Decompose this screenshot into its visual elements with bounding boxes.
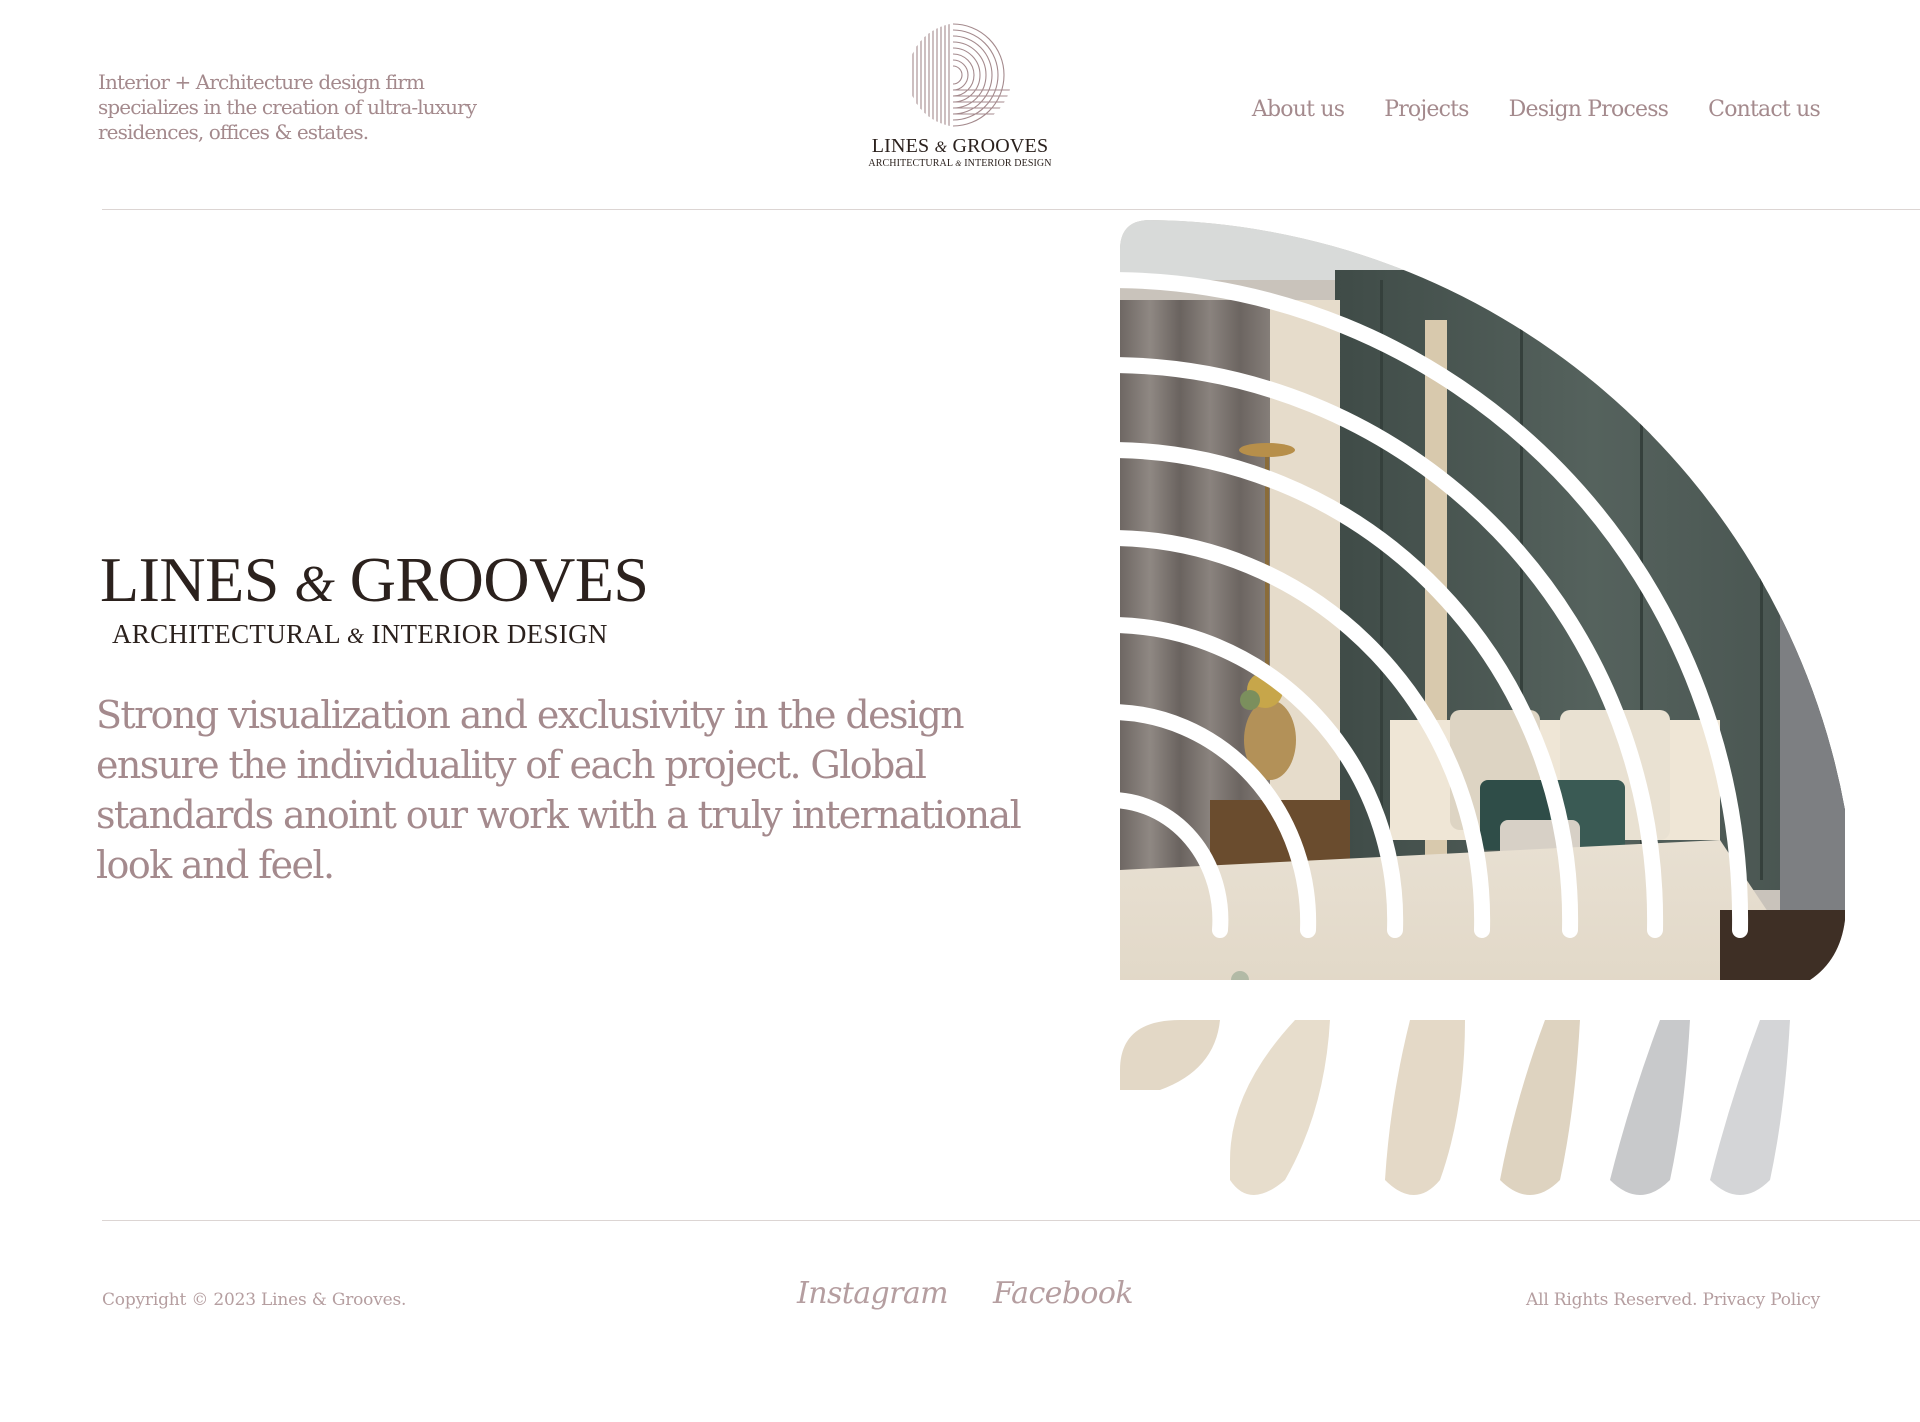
- header-divider: [102, 209, 1920, 210]
- nav-design-process[interactable]: Design Process: [1509, 97, 1669, 122]
- footer-rights: All Rights Reserved. Privacy Policy: [1526, 1290, 1820, 1310]
- facebook-link[interactable]: Facebook: [993, 1276, 1134, 1311]
- hero-name-left: LINES: [100, 544, 279, 615]
- social-links: Instagram Facebook: [797, 1276, 1134, 1311]
- hero-ampersand: &: [294, 556, 335, 613]
- rights-text: All Rights Reserved.: [1526, 1290, 1698, 1310]
- hero-brand-logo: LINES & GROOVES ARCHITECTURAL & INTERIOR…: [100, 548, 660, 651]
- logo-name-left: LINES: [871, 135, 930, 157]
- main-nav: About us Projects Design Process Contact…: [1252, 97, 1821, 122]
- instagram-link[interactable]: Instagram: [797, 1276, 949, 1311]
- bedroom-interior-image: [1120, 220, 1850, 1210]
- hero-sub-left: ARCHITECTURAL: [112, 619, 340, 649]
- hero-brand-title: LINES & GROOVES: [100, 548, 660, 617]
- logo-grooves-icon: [912, 23, 1012, 127]
- logo-ampersand: &: [934, 139, 948, 156]
- logo-subtitle: ARCHITECTURAL & INTERIOR DESIGN: [860, 158, 1060, 170]
- nav-about-us[interactable]: About us: [1252, 97, 1345, 122]
- hero-sub-right: INTERIOR DESIGN: [371, 619, 608, 649]
- header-logo[interactable]: LINES & GROOVES ARCHITECTURAL & INTERIOR…: [860, 22, 1060, 184]
- logo-sub-right: INTERIOR DESIGN: [964, 158, 1052, 169]
- privacy-policy-link[interactable]: Privacy Policy: [1703, 1290, 1821, 1310]
- footer-copyright: Copyright © 2023 Lines & Grooves.: [102, 1290, 407, 1310]
- header-tagline: Interior + Architecture design firm spec…: [98, 70, 477, 144]
- hero-name-right: GROOVES: [349, 544, 649, 615]
- logo-name-right: GROOVES: [952, 135, 1049, 157]
- logo-sub-ampersand: &: [955, 159, 962, 168]
- logo-wordmark: LINES & GROOVES: [860, 136, 1060, 158]
- nav-contact-us[interactable]: Contact us: [1708, 97, 1821, 122]
- hero-sub-ampersand: &: [346, 623, 365, 648]
- hero-brand-subtitle: ARCHITECTURAL & INTERIOR DESIGN: [100, 619, 660, 651]
- nav-projects[interactable]: Projects: [1384, 97, 1469, 122]
- logo-sub-left: ARCHITECTURAL: [868, 158, 953, 169]
- footer-divider: [102, 1220, 1920, 1221]
- hero-description: Strong visualization and exclusivity in …: [96, 693, 1022, 887]
